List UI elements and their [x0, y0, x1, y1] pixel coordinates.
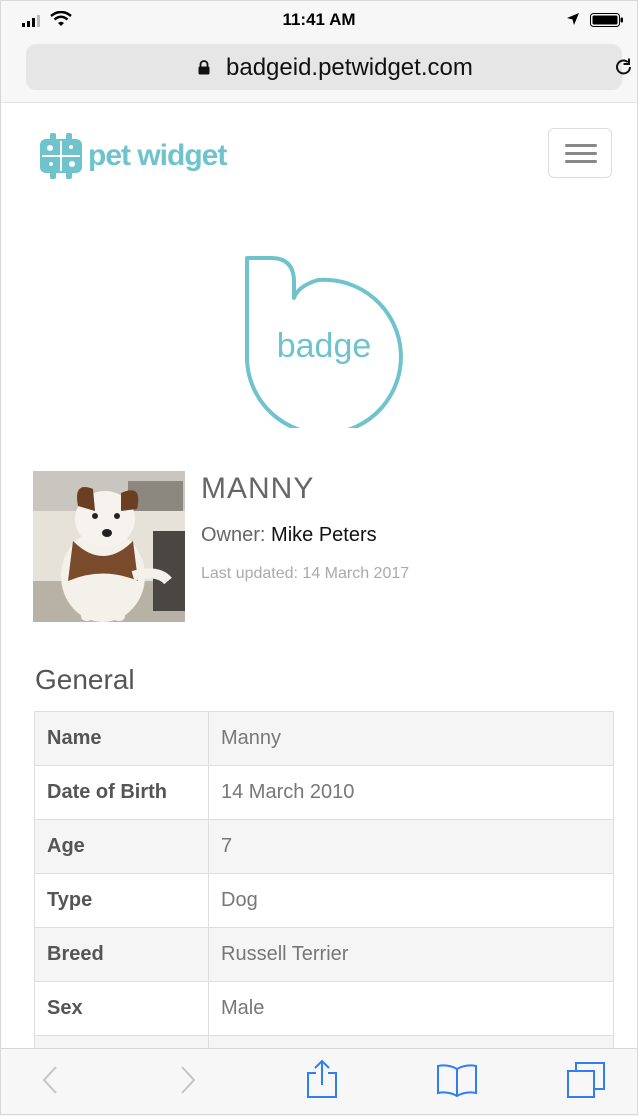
logo-text: pet widget — [88, 139, 227, 172]
table-row: Sex Male — [34, 981, 614, 1036]
row-value: 7 — [208, 819, 614, 874]
url-text: badgeid.petwidget.com — [226, 54, 473, 81]
badge-logo-text: badge — [276, 327, 372, 365]
petwidget-logo[interactable]: pet widget — [36, 130, 227, 182]
status-time: 11:41 AM — [282, 10, 356, 29]
table-row: Breed Russell Terrier — [34, 927, 614, 982]
hamburger-menu-icon — [565, 144, 597, 147]
reload-icon[interactable] — [614, 57, 634, 77]
table-row: Name Manny — [34, 711, 614, 766]
dog-photo-illustration — [33, 471, 185, 622]
hamburger-line — [565, 160, 597, 163]
row-label: Date of Birth — [34, 765, 209, 820]
row-label: Breed — [34, 927, 209, 982]
status-bar: 11:41 AM — [0, 0, 638, 40]
lock-icon — [198, 60, 210, 75]
row-value: Russell Terrier — [208, 927, 614, 982]
pet-photo — [33, 471, 185, 622]
table-row: Age 7 — [34, 819, 614, 874]
row-value: Manny — [208, 711, 614, 766]
owner-name: Mike Peters — [271, 524, 377, 546]
row-value: 14 March 2010 — [208, 765, 614, 820]
owner-line: Owner: Mike Peters — [201, 524, 377, 547]
forward-icon[interactable] — [180, 1065, 196, 1095]
share-icon[interactable] — [305, 1059, 339, 1099]
hamburger-menu-button[interactable] — [548, 128, 612, 178]
browser-address-area: badgeid.petwidget.com — [0, 40, 638, 103]
paw-grid-logo-icon — [40, 133, 82, 179]
last-updated: Last updated: 14 March 2017 — [201, 565, 410, 582]
general-section-title: General — [35, 664, 135, 695]
tabs-icon[interactable] — [566, 1061, 606, 1099]
battery-icon — [590, 13, 623, 27]
table-row: Type Dog — [34, 873, 614, 928]
location-arrow-icon — [567, 13, 579, 25]
table-row: Date of Birth 14 March 2010 — [34, 765, 614, 820]
bookmarks-icon[interactable] — [436, 1063, 478, 1097]
owner-label: Owner: — [201, 524, 266, 546]
pet-name: MANNY — [201, 472, 315, 505]
hamburger-line — [565, 152, 597, 155]
address-bar[interactable]: badgeid.petwidget.com — [26, 44, 631, 90]
row-value: Dog — [208, 873, 614, 928]
row-value: Male — [208, 981, 614, 1036]
browser-toolbar — [0, 1048, 638, 1116]
general-info-table: Name Manny Date of Birth 14 March 2010 A… — [34, 711, 614, 1090]
row-label: Name — [34, 711, 209, 766]
row-label: Age — [34, 819, 209, 874]
row-label: Type — [34, 873, 209, 928]
back-icon[interactable] — [42, 1065, 58, 1095]
row-label: Sex — [34, 981, 209, 1036]
